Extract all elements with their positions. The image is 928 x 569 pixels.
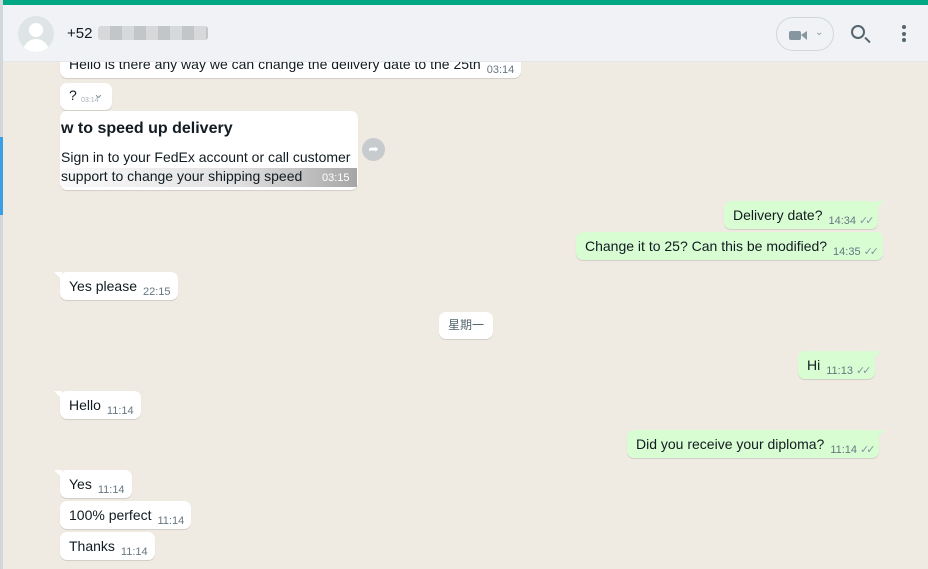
menu-icon[interactable] (902, 25, 906, 42)
message-outgoing: Change it to 25? Can this be modified? 14… (576, 232, 884, 260)
message-text: Yes please (69, 278, 137, 294)
avatar-icon[interactable] (18, 16, 54, 52)
video-call-icon (789, 31, 801, 40)
search-icon[interactable] (851, 25, 865, 39)
message-text: Delivery date? (733, 207, 823, 223)
message-time: 11:14 (97, 484, 125, 496)
message-time: 11:14 (157, 515, 185, 527)
message-incoming: Yes please 22:15 (54, 272, 178, 300)
message-text: Hello is there any way we can change the… (69, 62, 481, 72)
message-time: 03:14 (486, 64, 515, 76)
link-preview-title: w to speed up delivery (61, 120, 233, 137)
message-outgoing: Hi 11:13 ✓✓ (798, 351, 882, 379)
link-preview-text: Sign in to your FedEx account or call cu… (61, 149, 351, 165)
message-text: Hi (807, 357, 821, 373)
message-time: 11:13 (826, 365, 853, 377)
message-incoming: Hello 11:14 (54, 391, 141, 419)
message-incoming: Yes 11:14 (54, 470, 132, 498)
message-time: 14:34 (828, 215, 857, 227)
chevron-down-icon: ⌄ (815, 27, 824, 38)
double-check-icon: ✓✓ (859, 215, 875, 227)
redacted-phone-number (98, 26, 208, 40)
chat-header: +52 ⌄ (3, 5, 928, 62)
link-preview-text: support to change your shipping speed (61, 168, 357, 187)
message-time: 03:15 (322, 172, 350, 184)
message-outgoing: Did you receive your diploma? 11:14 ✓✓ (627, 430, 886, 458)
message-text: Hello (69, 397, 101, 413)
message-time: 11:14 (830, 444, 858, 456)
date-divider: 星期一 (439, 312, 493, 339)
link-preview-message[interactable]: w to speed up delivery Sign in to your F… (60, 111, 358, 190)
message-text: Yes (69, 476, 92, 492)
message-time: 14:35 (833, 246, 861, 258)
double-check-icon: ✓✓ (860, 444, 876, 456)
double-check-icon: ✓✓ (863, 246, 880, 258)
message-incoming: ? 03:14 ⌄ (60, 83, 112, 110)
message-incoming: 100% perfect 11:14 (60, 501, 192, 529)
message-text: Change it to 25? Can this be modified? (585, 238, 828, 254)
message-list[interactable]: Hello is there any way we can change the… (3, 62, 928, 569)
message-text: Did you receive your diploma? (636, 436, 825, 452)
chevron-down-icon[interactable]: ⌄ (93, 86, 104, 102)
message-text: Thanks (69, 538, 115, 554)
double-check-icon: ✓✓ (855, 365, 872, 377)
message-time: 11:14 (120, 546, 148, 558)
message-incoming: Thanks 11:14 (60, 532, 155, 560)
video-call-button[interactable]: ⌄ (776, 17, 834, 51)
contact-name[interactable]: +52 (67, 25, 92, 42)
message-text: 100% perfect (69, 507, 152, 523)
message-incoming: Hello is there any way we can change the… (60, 62, 522, 78)
message-time: 22:15 (142, 286, 171, 298)
message-outgoing: Delivery date? 14:34 ✓✓ (724, 201, 885, 229)
forward-icon[interactable]: ➦ (362, 138, 385, 161)
message-text: ? (69, 87, 77, 103)
message-time: 11:14 (106, 405, 134, 417)
